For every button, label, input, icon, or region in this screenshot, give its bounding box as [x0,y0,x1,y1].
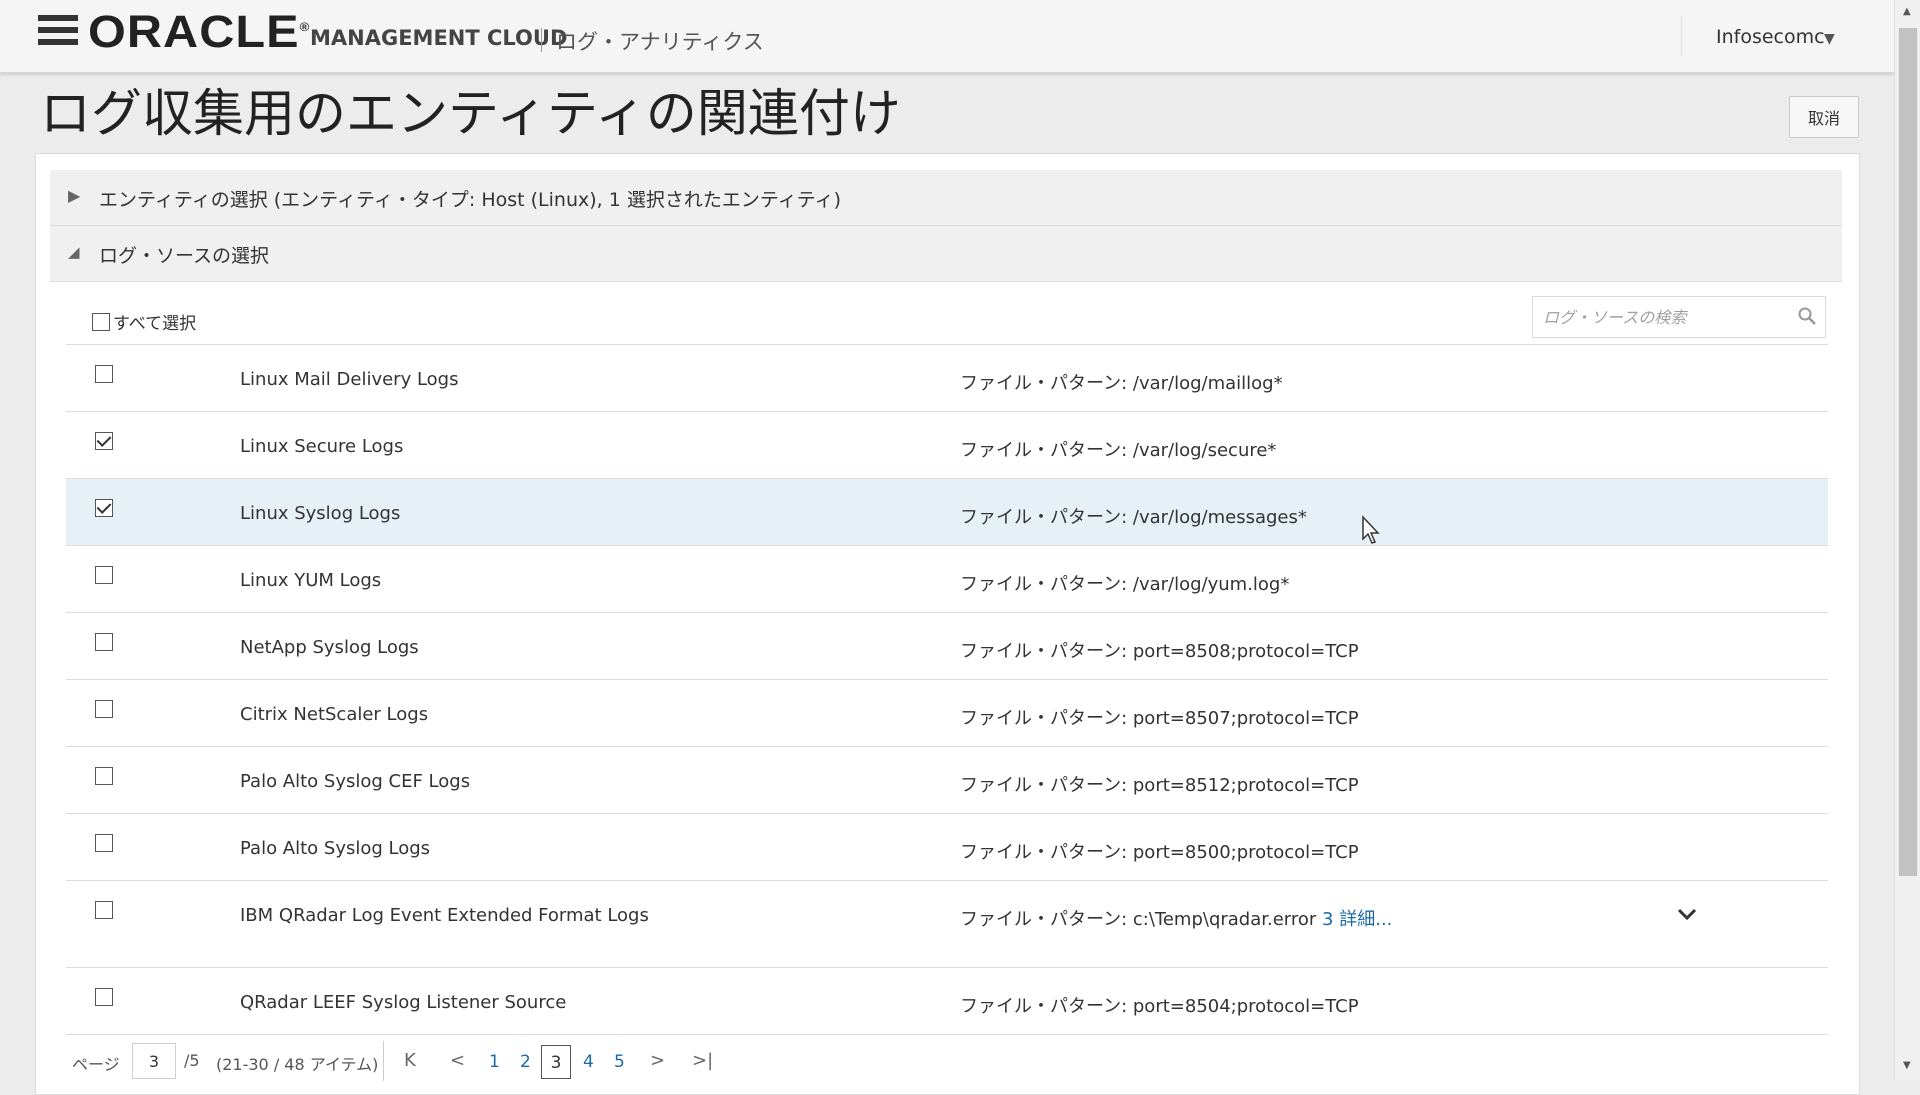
row-checkbox[interactable] [95,834,113,852]
page-label: ページ [72,1055,120,1074]
search-icon[interactable] [1797,306,1817,326]
row-checkbox[interactable] [95,432,113,450]
row-checkbox[interactable] [95,767,113,785]
table-row[interactable]: Palo Alto Syslog CEF Logs ファイル・パターン: port… [66,746,1828,813]
log-source-name: QRadar LEEF Syslog Listener Source [240,992,567,1013]
page-link[interactable]: 4 [583,1052,594,1072]
row-checkbox[interactable] [95,700,113,718]
page-link-current[interactable]: 3 [541,1045,571,1079]
prev-page-icon[interactable]: < [450,1050,465,1071]
pager-divider [383,1041,384,1081]
table-row[interactable]: Linux Secure Logs ファイル・パターン: /var/log/sec… [66,411,1828,478]
log-source-name: NetApp Syslog Logs [240,637,419,658]
row-checkbox[interactable] [95,365,113,383]
oracle-logo: ORACLE® [88,6,310,58]
file-pattern-text: ファイル・パターン: port=8512;protocol=TCP [960,775,1359,796]
log-source-name: Linux YUM Logs [240,570,382,591]
scroll-down-icon[interactable]: ▼ [1903,1060,1911,1071]
file-pattern: ファイル・パターン: port=8500;protocol=TCP [960,838,1359,864]
search-input[interactable] [1541,297,1785,337]
file-pattern-text: ファイル・パターン: port=8500;protocol=TCP [960,842,1359,863]
table-row[interactable]: Linux YUM Logs ファイル・パターン: /var/log/yum.lo… [66,545,1828,612]
row-checkbox[interactable] [95,988,113,1006]
item-range: (21-30 / 48 アイテム) [216,1055,379,1074]
section-entity-select[interactable]: ▶ エンティティの選択 (エンティティ・タイプ: Host (Linux), 1… [50,170,1842,226]
vertical-scrollbar[interactable]: ▲ ▼ [1894,0,1920,1080]
row-checkbox[interactable] [95,566,113,584]
logo-registered-mark: ® [299,20,311,34]
page-link[interactable]: 1 [489,1052,500,1072]
file-pattern-text: ファイル・パターン: /var/log/yum.log* [960,574,1290,595]
top-bar: ORACLE® MANAGEMENT CLOUD ログ・アナリティクス Info… [0,0,1894,73]
pagination: ページ /5 (21-30 / 48 アイテム) K < 1 2 3 4 5 >… [66,1034,1828,1081]
expand-triangle-icon[interactable]: ▶ [68,186,80,205]
page-number-input[interactable] [132,1043,176,1079]
header-divider [541,28,542,52]
search-field[interactable] [1532,296,1826,338]
menu-icon[interactable] [38,15,78,49]
section-label: ログ・ソースの選択 [99,245,270,267]
log-source-name: Citrix NetScaler Logs [240,704,429,725]
user-divider [1681,16,1682,56]
section-label: エンティティの選択 (エンティティ・タイプ: Host (Linux), 1 選… [99,189,841,211]
log-source-name: Linux Syslog Logs [240,503,401,524]
log-source-name: Palo Alto Syslog CEF Logs [240,771,471,792]
more-details-link[interactable]: 3 詳細... [1322,909,1392,930]
cancel-button[interactable]: 取消 [1789,96,1859,138]
select-all-checkbox[interactable]: すべて選択 [92,309,196,334]
page-link[interactable]: 2 [520,1052,531,1072]
scroll-thumb[interactable] [1899,28,1917,876]
chevron-down-icon[interactable]: ▼ [1824,31,1835,47]
file-pattern: ファイル・パターン: c:\Temp\qradar.error 3 詳細... [960,905,1392,931]
row-checkbox[interactable] [95,633,113,651]
file-pattern-text: ファイル・パターン: /var/log/secure* [960,440,1277,461]
file-pattern-text: ファイル・パターン: c:\Temp\qradar.error [960,909,1317,930]
table-row[interactable]: IBM QRadar Log Event Extended Format Log… [66,880,1828,967]
file-pattern-text: ファイル・パターン: /var/log/messages* [960,507,1307,528]
log-source-name: Linux Secure Logs [240,436,404,457]
mouse-cursor-icon [1362,515,1380,544]
last-page-icon[interactable]: >| [692,1050,713,1071]
table-row[interactable]: Linux Mail Delivery Logs ファイル・パターン: /var/… [66,344,1828,411]
log-source-name: Linux Mail Delivery Logs [240,369,459,390]
section-log-source-select[interactable]: ◢ ログ・ソースの選択 [50,226,1842,282]
logo-text: ORACLE [88,6,300,57]
table-row[interactable]: Citrix NetScaler Logs ファイル・パターン: port=850… [66,679,1828,746]
row-checkbox[interactable] [95,499,113,517]
page-link[interactable]: 5 [614,1052,625,1072]
file-pattern: ファイル・パターン: port=8508;protocol=TCP [960,637,1359,663]
file-pattern: ファイル・パターン: /var/log/yum.log* [960,570,1289,596]
select-all-label: すべて選択 [113,314,197,334]
checkbox[interactable] [92,313,110,331]
file-pattern: ファイル・パターン: /var/log/maillog* [960,369,1283,395]
file-pattern-text: ファイル・パターン: port=8504;protocol=TCP [960,996,1359,1017]
scroll-up-icon[interactable]: ▲ [1903,6,1911,17]
file-pattern: ファイル・パターン: /var/log/messages* [960,503,1307,529]
product-name: MANAGEMENT CLOUD [310,26,568,50]
log-source-name: IBM QRadar Log Event Extended Format Log… [240,905,649,926]
table-row[interactable]: QRadar LEEF Syslog Listener Source ファイル・パ… [66,967,1828,1034]
page-title: ログ収集用のエンティティの関連付け [40,85,901,144]
app-name: ログ・アナリティクス [556,30,764,54]
file-pattern-text: ファイル・パターン: port=8508;protocol=TCP [960,641,1359,662]
page-total: /5 [184,1051,200,1070]
log-source-name: Palo Alto Syslog Logs [240,838,431,859]
user-menu[interactable]: Infosecomc [1716,26,1825,48]
collapse-triangle-icon[interactable]: ◢ [68,243,80,261]
file-pattern: ファイル・パターン: port=8507;protocol=TCP [960,704,1359,730]
next-page-icon[interactable]: > [650,1050,665,1071]
row-checkbox[interactable] [95,901,113,919]
table-row[interactable]: Linux Syslog Logs ファイル・パターン: /var/log/mes… [66,478,1828,545]
chevron-down-icon[interactable] [1676,903,1698,925]
table-row[interactable]: Palo Alto Syslog Logs ファイル・パターン: port=850… [66,813,1828,880]
file-pattern-text: ファイル・パターン: port=8507;protocol=TCP [960,708,1359,729]
file-pattern: ファイル・パターン: /var/log/secure* [960,436,1276,462]
file-pattern-text: ファイル・パターン: /var/log/maillog* [960,373,1283,394]
first-page-icon[interactable]: K [404,1050,416,1071]
file-pattern: ファイル・パターン: port=8512;protocol=TCP [960,771,1359,797]
table-row[interactable]: NetApp Syslog Logs ファイル・パターン: port=8508;p… [66,612,1828,679]
file-pattern: ファイル・パターン: port=8504;protocol=TCP [960,992,1359,1018]
